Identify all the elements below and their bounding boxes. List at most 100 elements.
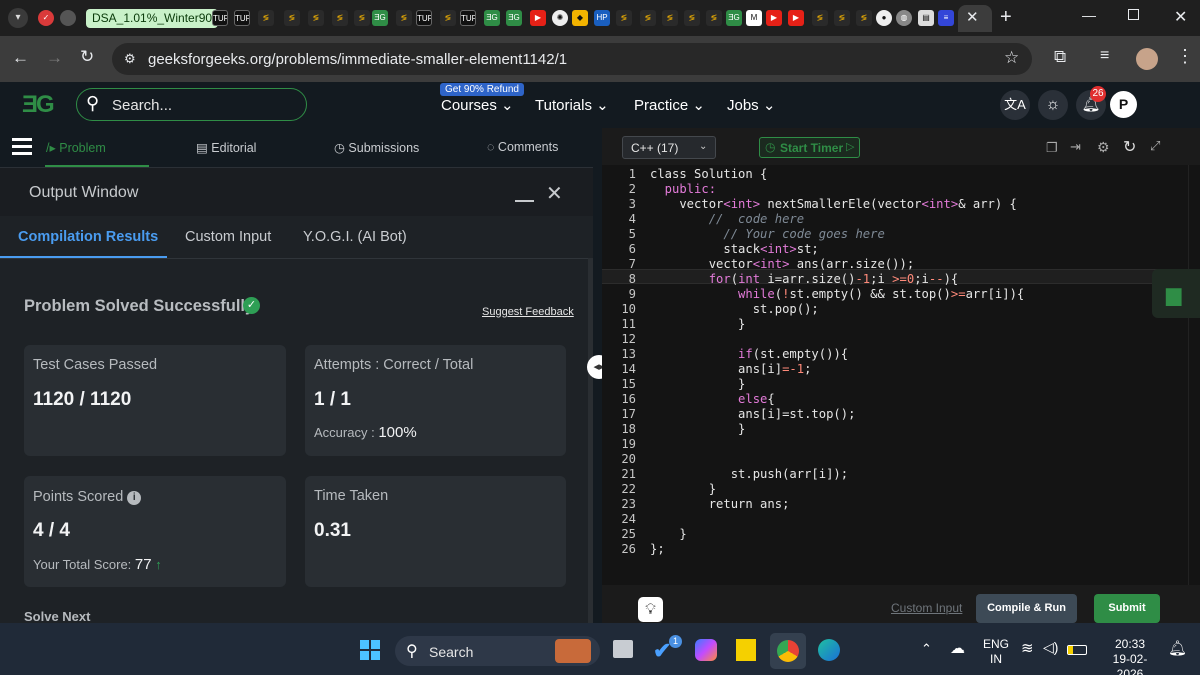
bolt-tab-icon[interactable]: ≶ — [332, 10, 348, 26]
profile-avatar[interactable] — [1136, 48, 1158, 70]
wifi-icon[interactable]: ≋ — [1021, 639, 1034, 657]
code-line[interactable]: } — [650, 317, 745, 331]
tab-submissions[interactable]: ◷ Submissions — [334, 140, 419, 155]
code-line[interactable]: stack<int>st; — [650, 242, 818, 256]
youtube-tab-icon[interactable]: ▶ — [530, 10, 546, 26]
code-line[interactable]: else{ — [650, 392, 775, 406]
code-line[interactable]: public: — [650, 182, 716, 196]
minimize-output-icon[interactable] — [515, 182, 534, 202]
app-tab-icon[interactable]: ≡ — [938, 10, 954, 26]
code-line[interactable]: while(!st.empty() && st.top()>=arr[i]){ — [650, 287, 1024, 301]
lightbulb-icon[interactable]: 💡︎ — [638, 597, 663, 622]
bolt-tab-icon[interactable]: ≶ — [308, 10, 324, 26]
hamburger-menu-icon[interactable] — [12, 138, 32, 141]
nav-tutorials[interactable]: Tutorials ⌄ — [535, 96, 609, 114]
tab-problem[interactable]: /▸ Problem — [46, 140, 106, 155]
volume-icon[interactable]: ◁) — [1043, 639, 1058, 656]
youtube-tab-icon[interactable]: ▶ — [788, 10, 804, 26]
code-line[interactable]: return ans; — [650, 497, 790, 511]
browser-menu-icon[interactable]: ⋮ — [1176, 46, 1194, 67]
forward-arrow-icon[interactable]: → — [46, 48, 63, 68]
code-area[interactable]: 1 2 3 4 5 6 7 8 9 10 11 12 13 14 15 16 17 18 19 20 21 22 23 24 2… — [602, 165, 1200, 585]
media-controls-icon[interactable]: ≡ — [1100, 47, 1109, 65]
code-line[interactable]: }; — [650, 542, 665, 556]
close-tab-icon[interactable]: ✕ — [966, 8, 979, 26]
page-tab-icon[interactable]: ▤ — [918, 10, 934, 26]
taskbar-search-label[interactable]: Search — [429, 644, 473, 660]
bolt-tab-icon[interactable]: ≶ — [616, 10, 632, 26]
bookmark-star-icon[interactable]: ☆ — [1004, 48, 1019, 68]
fullscreen-icon[interactable]: ⤢ — [1150, 138, 1160, 154]
tuf-tab-icon[interactable]: TUF — [460, 10, 476, 26]
back-arrow-icon[interactable]: ← — [12, 48, 29, 68]
app-tab-icon[interactable]: HP — [594, 10, 610, 26]
translate-icon[interactable]: 文A — [1000, 90, 1030, 120]
custom-input-link[interactable]: Custom Input — [891, 601, 962, 615]
site-info-icon[interactable]: ⚙ — [124, 51, 136, 67]
taskbar-search-box[interactable]: ⚲ Search — [395, 636, 600, 666]
gfg-search-box[interactable]: ⚲ Search... — [76, 88, 307, 121]
settings-gear-icon[interactable]: ⚙ — [1097, 139, 1110, 156]
code-line[interactable]: } — [650, 377, 745, 391]
bolt-tab-icon[interactable]: ≶ — [258, 10, 274, 26]
gfg-tab-icon[interactable]: ƎG — [726, 10, 742, 26]
copy-icon[interactable]: ❐ — [1046, 140, 1058, 156]
tab-yogi-ai-bot[interactable]: Y.O.G.I. (AI Bot) — [303, 229, 407, 245]
drive-tab-icon[interactable]: ◆ — [572, 10, 588, 26]
youtube-tab-icon[interactable]: ▶ — [766, 10, 782, 26]
submit-button[interactable]: Submit — [1094, 594, 1160, 623]
bolt-tab-icon[interactable]: ≶ — [856, 10, 872, 26]
extensions-icon[interactable]: ⧉ — [1054, 47, 1066, 67]
bolt-tab-icon[interactable]: ≶ — [662, 10, 678, 26]
suggest-feedback-link[interactable]: Suggest Feedback — [482, 306, 574, 318]
chrome-tab-icon[interactable] — [60, 10, 76, 26]
bolt-tab-icon[interactable]: ≶ — [640, 10, 656, 26]
sticky-notes-icon[interactable] — [736, 639, 756, 661]
show-hidden-icons[interactable]: ⌃ — [921, 641, 932, 657]
battery-icon[interactable] — [1067, 645, 1087, 655]
code-line[interactable]: } — [650, 482, 716, 496]
github-tab-icon[interactable]: ● — [876, 10, 892, 26]
search-placeholder[interactable]: Search... — [112, 97, 172, 114]
code-line[interactable]: vector<int> nextSmallerEle(vector<int>& … — [650, 197, 1017, 211]
bolt-tab-icon[interactable]: ≶ — [812, 10, 828, 26]
language-indicator[interactable]: ENG IN — [983, 637, 1009, 667]
tab-search-icon[interactable]: ▾ — [8, 8, 28, 28]
new-tab-icon[interactable]: + — [1000, 6, 1012, 29]
tuf-tab-icon[interactable]: TUF — [234, 10, 250, 26]
code-line[interactable]: // Your code goes here — [650, 227, 884, 241]
bolt-tab-icon[interactable]: ≶ — [706, 10, 722, 26]
code-line[interactable]: class Solution { — [650, 167, 767, 181]
code-line[interactable]: // code here — [650, 212, 804, 226]
nav-courses[interactable]: Courses ⌄ — [441, 96, 514, 114]
copilot-icon[interactable] — [695, 639, 717, 661]
nav-jobs[interactable]: Jobs ⌄ — [727, 96, 775, 114]
reset-icon[interactable]: ↻ — [1123, 137, 1136, 157]
address-bar[interactable]: ⚙ geeksforgeeks.org/problems/immediate-s… — [112, 43, 1032, 75]
code-line[interactable]: } — [650, 422, 745, 436]
code-line[interactable]: for(int i=arr.size()-1;i >=0;i--){ — [650, 272, 959, 286]
code-line[interactable]: vector<int> ans(arr.size()); — [650, 257, 914, 271]
tab-custom-input[interactable]: Custom Input — [185, 229, 271, 245]
bolt-tab-icon[interactable]: ≶ — [396, 10, 412, 26]
user-avatar[interactable]: P — [1110, 91, 1137, 118]
code-line[interactable]: ans[i]=-1; — [650, 362, 811, 376]
medium-tab-icon[interactable]: M — [746, 10, 762, 26]
start-timer-button[interactable]: ◷ Start Timer ▷ — [759, 137, 860, 158]
code-line[interactable]: ans[i]=st.top(); — [650, 407, 855, 421]
nav-practice[interactable]: Practice ⌄ — [634, 96, 705, 114]
chat-button[interactable]: ▆ — [1152, 269, 1200, 318]
check-tab-icon[interactable]: ✓ — [38, 10, 54, 26]
gfg-logo[interactable]: ƎG — [22, 91, 55, 119]
notification-center-icon[interactable]: 🔔︎ — [1168, 639, 1187, 657]
theme-toggle-icon[interactable]: ☼ — [1038, 90, 1068, 120]
bolt-tab-icon[interactable]: ≶ — [440, 10, 456, 26]
close-output-icon[interactable]: ✕ — [546, 181, 563, 206]
editor-scrollbar[interactable] — [1188, 165, 1200, 585]
chrome-taskbar-button[interactable] — [770, 633, 806, 669]
tab-group-label[interactable]: DSA_1.01%_Winter90 — [86, 9, 219, 28]
tab-editorial[interactable]: ▤ Editorial — [196, 140, 256, 155]
gfg-tab-icon[interactable]: ƎG — [484, 10, 500, 26]
bolt-tab-icon[interactable]: ≶ — [284, 10, 300, 26]
bolt-tab-icon[interactable]: ≶ — [354, 10, 370, 26]
